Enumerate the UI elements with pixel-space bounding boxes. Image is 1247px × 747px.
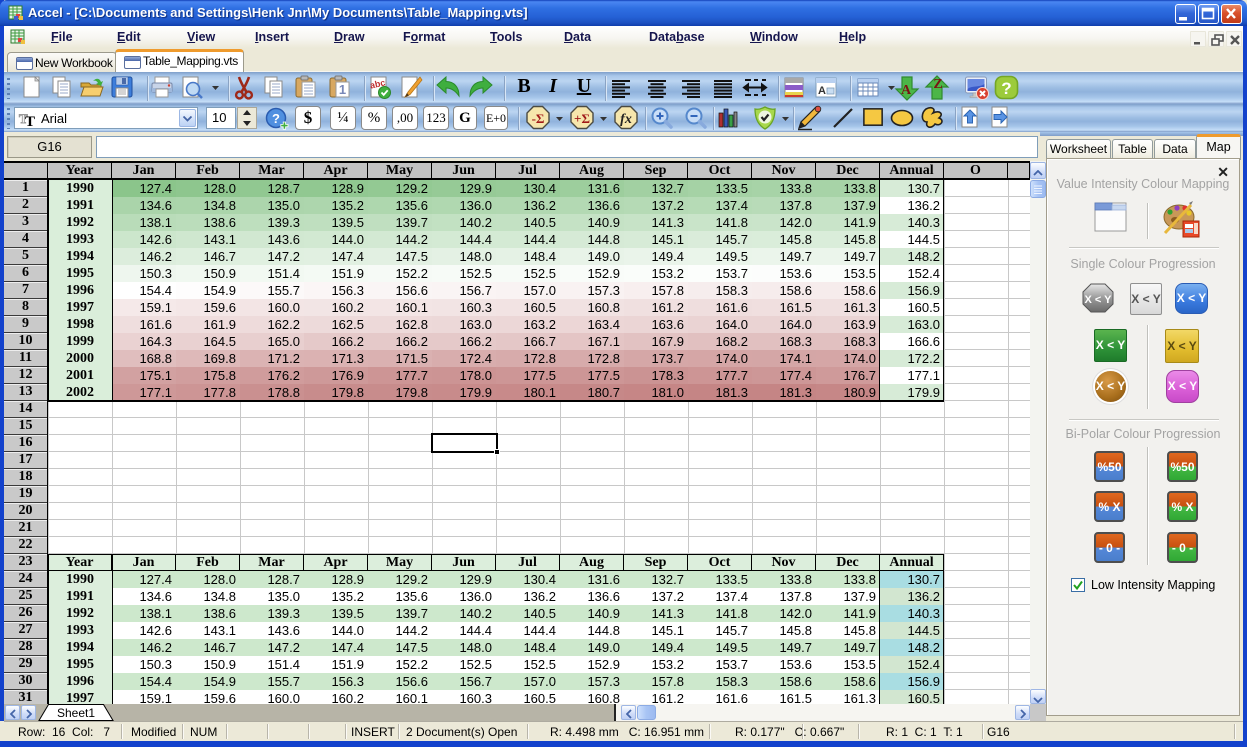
svg-text:X < Y: X < Y [1084,294,1112,306]
svg-text:1: 1 [339,82,346,97]
svg-text:-Σ: -Σ [532,111,545,126]
svg-text:A: A [818,85,826,97]
svg-text:Sheet1: Sheet1 [57,706,95,720]
svg-text:Z: Z [933,77,942,92]
svg-text:fx: fx [620,112,632,127]
svg-text:?: ? [272,111,280,126]
svg-text:T: T [25,114,35,128]
svg-text:A: A [901,83,912,98]
svg-text:+Σ: +Σ [574,111,590,126]
svg-text:?: ? [1001,79,1011,98]
